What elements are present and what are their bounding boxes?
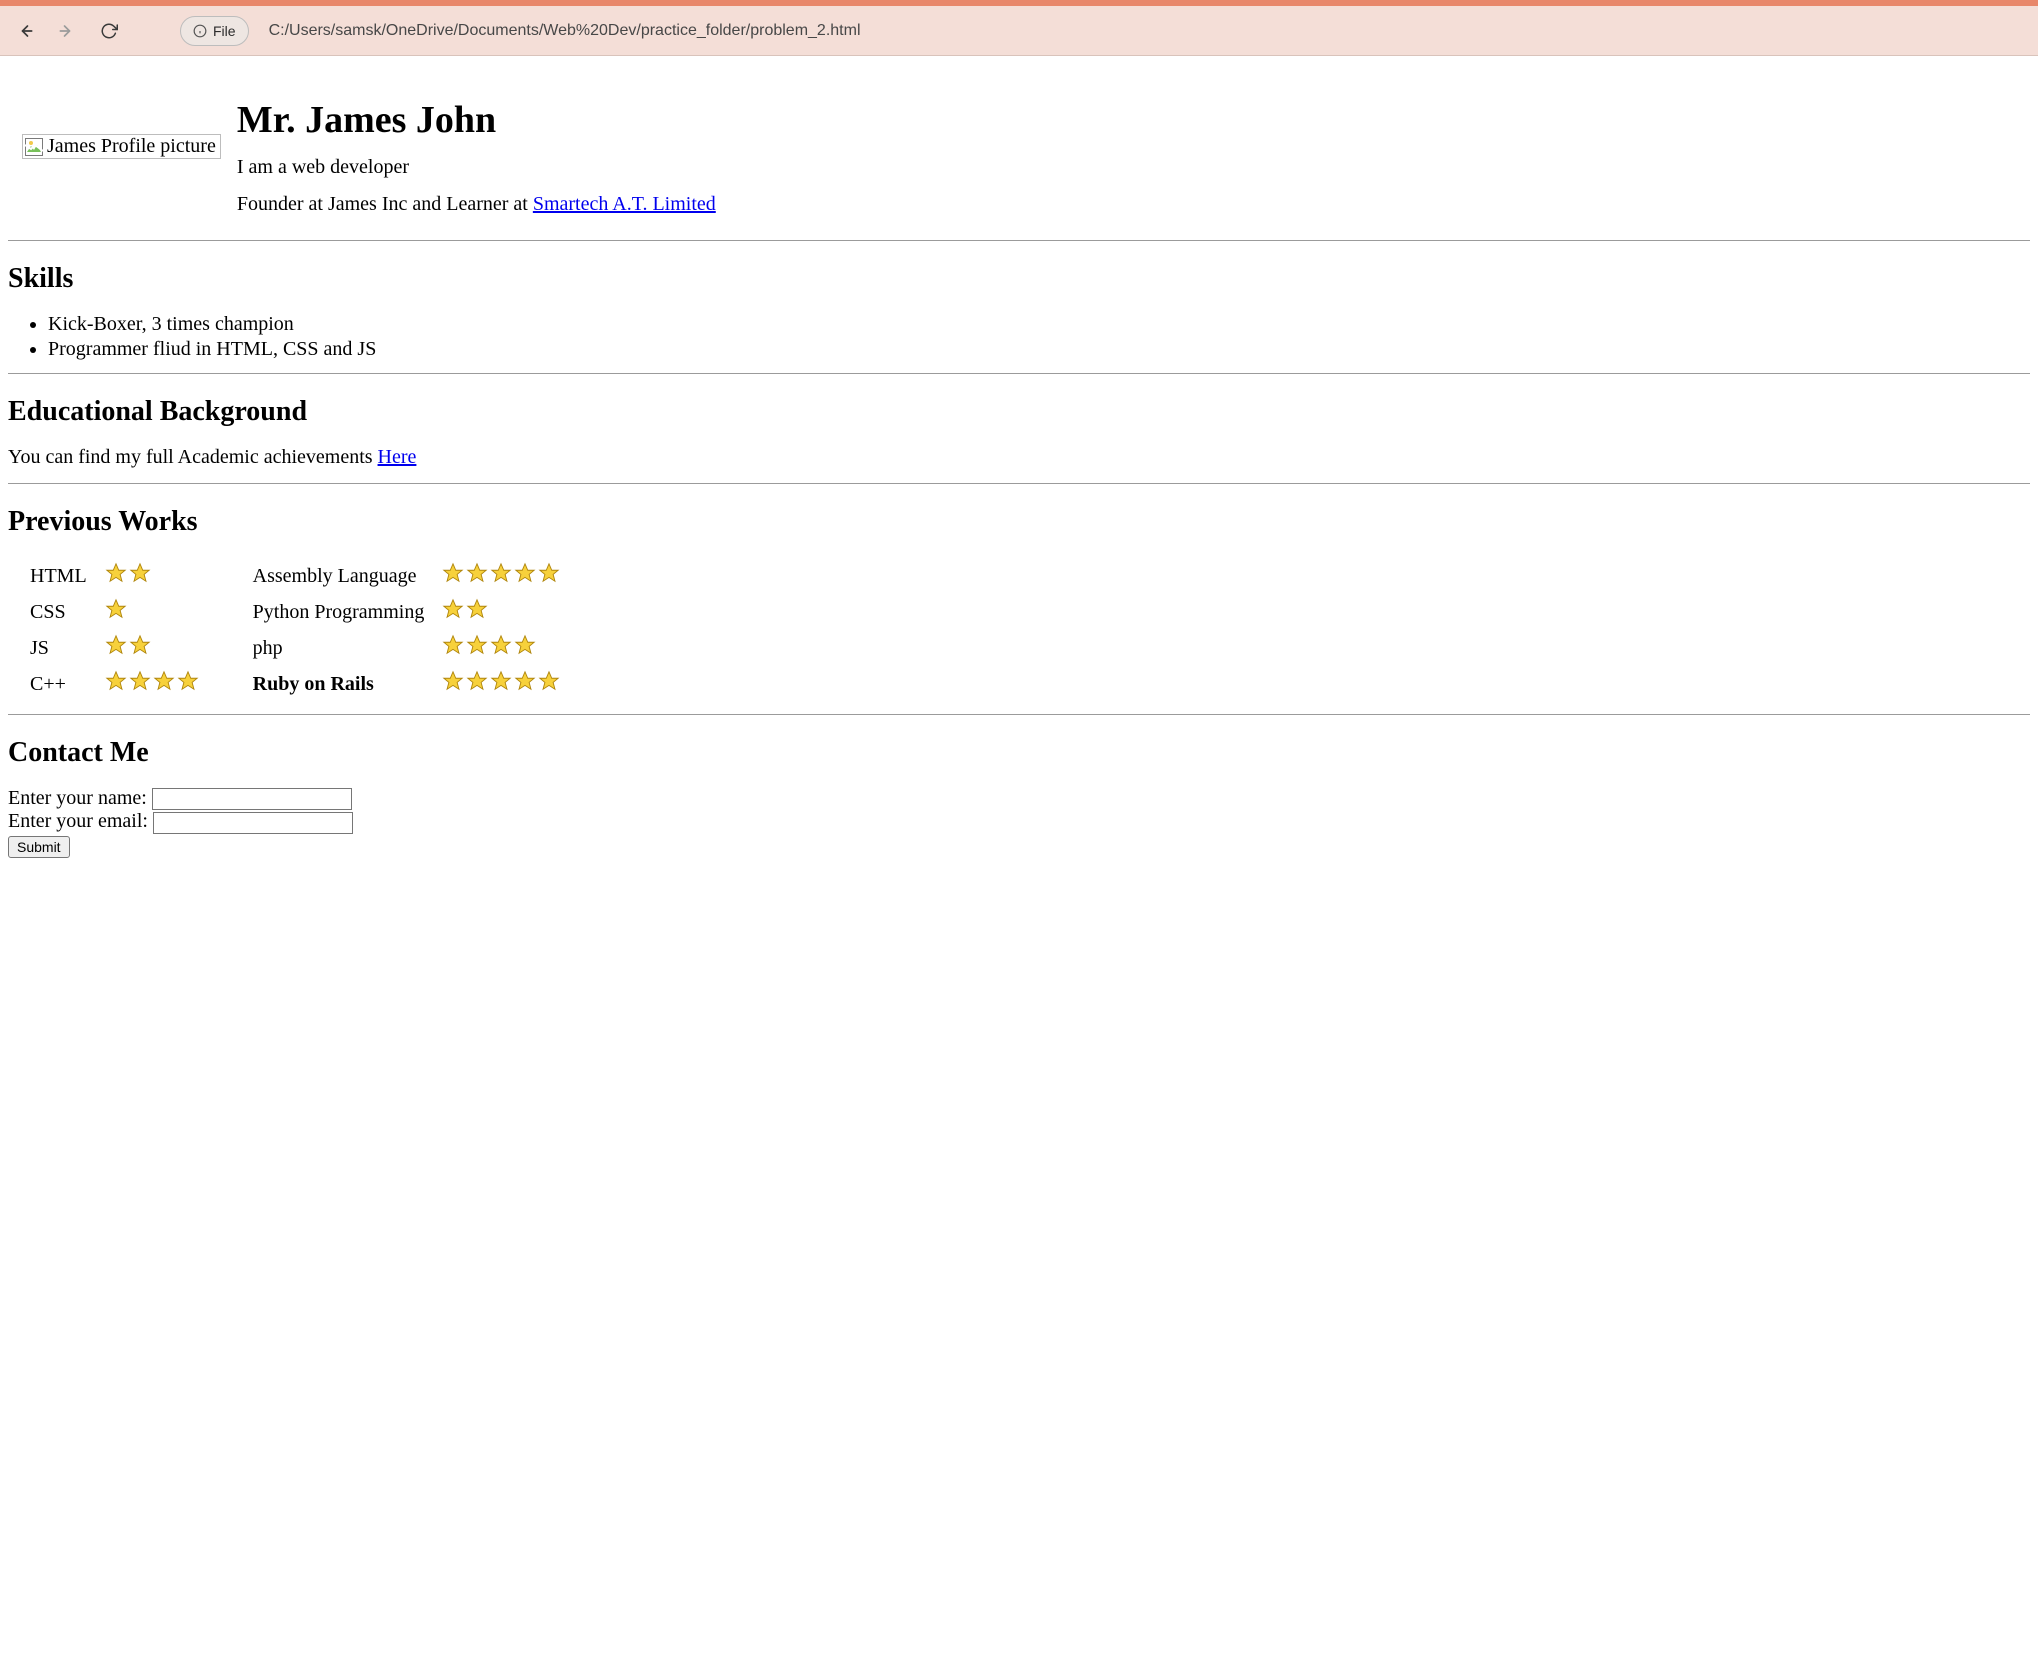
page-title: Mr. James John	[237, 98, 716, 142]
work-stars	[436, 560, 566, 592]
star-icon	[442, 562, 464, 584]
email-label: Enter your email:	[8, 810, 148, 832]
star-icon	[514, 670, 536, 692]
tagline: I am a web developer	[237, 156, 716, 179]
star-icon	[442, 634, 464, 656]
star-rating	[442, 562, 560, 584]
contact-heading: Contact Me	[8, 737, 2030, 769]
star-icon	[129, 634, 151, 656]
star-icon	[129, 562, 151, 584]
star-icon	[105, 634, 127, 656]
star-rating	[105, 670, 199, 692]
star-icon	[514, 562, 536, 584]
star-icon	[129, 670, 151, 692]
profile-image-alt: James Profile picture	[47, 135, 216, 158]
works-heading: Previous Works	[8, 506, 2030, 538]
work-stars	[436, 596, 566, 628]
url-scheme-chip[interactable]: File	[180, 16, 249, 46]
star-icon	[490, 670, 512, 692]
table-row: C++ Ruby on Rails	[24, 668, 566, 700]
star-icon	[153, 670, 175, 692]
star-icon	[514, 634, 536, 656]
contact-form: Enter your name: Enter your email: Submi…	[8, 787, 2030, 858]
star-icon	[538, 670, 560, 692]
star-icon	[466, 634, 488, 656]
work-label: Python Programming	[247, 596, 431, 628]
name-label: Enter your name:	[8, 787, 147, 809]
table-row: HTML Assembly Language	[24, 560, 566, 592]
skills-list: Kick-Boxer, 3 times champion Programmer …	[8, 313, 2030, 361]
star-icon	[105, 562, 127, 584]
star-icon	[442, 670, 464, 692]
back-button[interactable]	[14, 20, 36, 42]
work-label: C++	[24, 668, 93, 700]
star-rating	[105, 562, 151, 584]
list-item: Programmer fliud in HTML, CSS and JS	[48, 338, 2030, 361]
work-stars	[99, 632, 205, 664]
skills-heading: Skills	[8, 263, 2030, 295]
name-input[interactable]	[152, 788, 352, 810]
reload-button[interactable]	[98, 20, 120, 42]
divider	[8, 240, 2030, 241]
education-heading: Educational Background	[8, 396, 2030, 428]
broken-image-icon	[25, 138, 43, 156]
email-input[interactable]	[153, 812, 353, 834]
forward-button[interactable]	[56, 20, 78, 42]
star-rating	[442, 634, 536, 656]
divider	[8, 373, 2030, 374]
divider	[8, 714, 2030, 715]
star-rating	[442, 670, 560, 692]
work-stars	[99, 668, 205, 700]
work-label: HTML	[24, 560, 93, 592]
star-icon	[538, 562, 560, 584]
table-row: JS php	[24, 632, 566, 664]
table-row: CSS Python Programming	[24, 596, 566, 628]
work-label: JS	[24, 632, 93, 664]
star-icon	[490, 634, 512, 656]
star-icon	[442, 598, 464, 620]
star-icon	[490, 562, 512, 584]
star-icon	[466, 670, 488, 692]
star-icon	[105, 598, 127, 620]
founder-line: Founder at James Inc and Learner at Smar…	[237, 193, 716, 216]
company-link[interactable]: Smartech A.T. Limited	[533, 193, 716, 215]
info-icon	[193, 24, 207, 38]
star-rating	[442, 598, 488, 620]
work-label: Assembly Language	[247, 560, 431, 592]
star-icon	[105, 670, 127, 692]
url-scheme-label: File	[213, 23, 236, 39]
star-rating	[105, 598, 127, 620]
work-stars	[436, 668, 566, 700]
star-icon	[466, 598, 488, 620]
work-stars	[436, 632, 566, 664]
star-icon	[466, 562, 488, 584]
submit-button[interactable]: Submit	[8, 836, 70, 858]
works-table: HTML Assembly Language CSS Python Programmi…	[18, 556, 572, 704]
work-label: CSS	[24, 596, 93, 628]
browser-toolbar: File C:/Users/samsk/OneDrive/Documents/W…	[0, 0, 2038, 56]
address-bar-url[interactable]: C:/Users/samsk/OneDrive/Documents/Web%20…	[269, 22, 861, 40]
education-link[interactable]: Here	[378, 446, 417, 468]
work-label: Ruby on Rails	[247, 668, 431, 700]
divider	[8, 483, 2030, 484]
star-rating	[105, 634, 151, 656]
profile-image-broken: James Profile picture	[22, 134, 221, 159]
work-stars	[99, 560, 205, 592]
list-item: Kick-Boxer, 3 times champion	[48, 313, 2030, 336]
work-label: php	[247, 632, 431, 664]
education-text: You can find my full Academic achievemen…	[8, 446, 2030, 469]
star-icon	[177, 670, 199, 692]
work-stars	[99, 596, 205, 628]
